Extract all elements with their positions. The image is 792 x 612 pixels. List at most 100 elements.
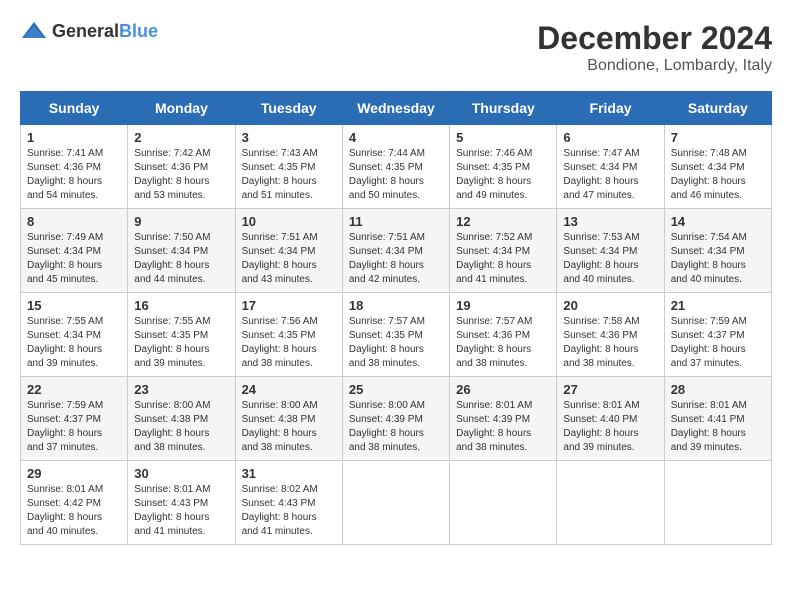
day-info: Sunrise: 8:00 AMSunset: 4:38 PMDaylight:…	[134, 400, 210, 453]
day-number: 16	[134, 298, 228, 313]
day-number: 24	[242, 382, 336, 397]
day-number: 3	[242, 130, 336, 145]
day-info: Sunrise: 7:50 AMSunset: 4:34 PMDaylight:…	[134, 232, 210, 285]
calendar-cell	[342, 461, 449, 545]
day-info: Sunrise: 8:01 AMSunset: 4:42 PMDaylight:…	[27, 484, 103, 537]
calendar-cell: 31 Sunrise: 8:02 AMSunset: 4:43 PMDaylig…	[235, 461, 342, 545]
day-info: Sunrise: 7:55 AMSunset: 4:35 PMDaylight:…	[134, 316, 210, 369]
day-info: Sunrise: 7:59 AMSunset: 4:37 PMDaylight:…	[27, 400, 103, 453]
day-number: 13	[563, 214, 657, 229]
day-info: Sunrise: 7:46 AMSunset: 4:35 PMDaylight:…	[456, 148, 532, 201]
day-info: Sunrise: 7:58 AMSunset: 4:36 PMDaylight:…	[563, 316, 639, 369]
day-number: 1	[27, 130, 121, 145]
day-number: 6	[563, 130, 657, 145]
day-info: Sunrise: 7:43 AMSunset: 4:35 PMDaylight:…	[242, 148, 318, 201]
calendar-cell: 14 Sunrise: 7:54 AMSunset: 4:34 PMDaylig…	[664, 209, 771, 293]
calendar-cell: 20 Sunrise: 7:58 AMSunset: 4:36 PMDaylig…	[557, 293, 664, 377]
logo-icon	[20, 20, 48, 42]
day-info: Sunrise: 8:01 AMSunset: 4:43 PMDaylight:…	[134, 484, 210, 537]
logo-blue: Blue	[119, 21, 158, 41]
calendar-cell: 30 Sunrise: 8:01 AMSunset: 4:43 PMDaylig…	[128, 461, 235, 545]
day-info: Sunrise: 7:47 AMSunset: 4:34 PMDaylight:…	[563, 148, 639, 201]
day-info: Sunrise: 7:49 AMSunset: 4:34 PMDaylight:…	[27, 232, 103, 285]
calendar-cell: 18 Sunrise: 7:57 AMSunset: 4:35 PMDaylig…	[342, 293, 449, 377]
calendar-cell	[664, 461, 771, 545]
weekday-header-tuesday: Tuesday	[235, 92, 342, 125]
day-info: Sunrise: 8:00 AMSunset: 4:38 PMDaylight:…	[242, 400, 318, 453]
day-number: 18	[349, 298, 443, 313]
calendar-cell: 27 Sunrise: 8:01 AMSunset: 4:40 PMDaylig…	[557, 377, 664, 461]
day-number: 21	[671, 298, 765, 313]
weekday-header-sunday: Sunday	[21, 92, 128, 125]
calendar-cell: 11 Sunrise: 7:51 AMSunset: 4:34 PMDaylig…	[342, 209, 449, 293]
day-number: 2	[134, 130, 228, 145]
calendar-cell: 23 Sunrise: 8:00 AMSunset: 4:38 PMDaylig…	[128, 377, 235, 461]
day-info: Sunrise: 7:42 AMSunset: 4:36 PMDaylight:…	[134, 148, 210, 201]
location-title: Bondione, Lombardy, Italy	[537, 57, 772, 75]
day-info: Sunrise: 7:41 AMSunset: 4:36 PMDaylight:…	[27, 148, 103, 201]
calendar-cell: 3 Sunrise: 7:43 AMSunset: 4:35 PMDayligh…	[235, 125, 342, 209]
weekday-header-thursday: Thursday	[450, 92, 557, 125]
calendar-cell: 19 Sunrise: 7:57 AMSunset: 4:36 PMDaylig…	[450, 293, 557, 377]
day-info: Sunrise: 7:48 AMSunset: 4:34 PMDaylight:…	[671, 148, 747, 201]
calendar-cell: 1 Sunrise: 7:41 AMSunset: 4:36 PMDayligh…	[21, 125, 128, 209]
day-number: 7	[671, 130, 765, 145]
day-number: 15	[27, 298, 121, 313]
day-info: Sunrise: 7:57 AMSunset: 4:35 PMDaylight:…	[349, 316, 425, 369]
calendar-cell: 21 Sunrise: 7:59 AMSunset: 4:37 PMDaylig…	[664, 293, 771, 377]
month-title: December 2024	[537, 20, 772, 57]
day-number: 9	[134, 214, 228, 229]
calendar-week-row: 29 Sunrise: 8:01 AMSunset: 4:42 PMDaylig…	[21, 461, 772, 545]
calendar-cell: 22 Sunrise: 7:59 AMSunset: 4:37 PMDaylig…	[21, 377, 128, 461]
title-area: December 2024 Bondione, Lombardy, Italy	[537, 20, 772, 75]
calendar-cell: 15 Sunrise: 7:55 AMSunset: 4:34 PMDaylig…	[21, 293, 128, 377]
day-number: 28	[671, 382, 765, 397]
calendar-cell: 5 Sunrise: 7:46 AMSunset: 4:35 PMDayligh…	[450, 125, 557, 209]
calendar-cell: 7 Sunrise: 7:48 AMSunset: 4:34 PMDayligh…	[664, 125, 771, 209]
calendar-cell: 10 Sunrise: 7:51 AMSunset: 4:34 PMDaylig…	[235, 209, 342, 293]
day-number: 19	[456, 298, 550, 313]
day-info: Sunrise: 7:51 AMSunset: 4:34 PMDaylight:…	[349, 232, 425, 285]
day-number: 30	[134, 466, 228, 481]
calendar-table: SundayMondayTuesdayWednesdayThursdayFrid…	[20, 91, 772, 545]
day-info: Sunrise: 7:51 AMSunset: 4:34 PMDaylight:…	[242, 232, 318, 285]
day-info: Sunrise: 7:59 AMSunset: 4:37 PMDaylight:…	[671, 316, 747, 369]
day-info: Sunrise: 8:02 AMSunset: 4:43 PMDaylight:…	[242, 484, 318, 537]
day-info: Sunrise: 7:52 AMSunset: 4:34 PMDaylight:…	[456, 232, 532, 285]
calendar-cell: 9 Sunrise: 7:50 AMSunset: 4:34 PMDayligh…	[128, 209, 235, 293]
day-number: 25	[349, 382, 443, 397]
calendar-cell: 26 Sunrise: 8:01 AMSunset: 4:39 PMDaylig…	[450, 377, 557, 461]
calendar-cell: 6 Sunrise: 7:47 AMSunset: 4:34 PMDayligh…	[557, 125, 664, 209]
logo: GeneralBlue	[20, 20, 158, 42]
logo-general: General	[52, 21, 119, 41]
day-number: 27	[563, 382, 657, 397]
weekday-header-saturday: Saturday	[664, 92, 771, 125]
day-info: Sunrise: 7:56 AMSunset: 4:35 PMDaylight:…	[242, 316, 318, 369]
day-number: 26	[456, 382, 550, 397]
day-info: Sunrise: 8:00 AMSunset: 4:39 PMDaylight:…	[349, 400, 425, 453]
calendar-week-row: 15 Sunrise: 7:55 AMSunset: 4:34 PMDaylig…	[21, 293, 772, 377]
day-info: Sunrise: 7:55 AMSunset: 4:34 PMDaylight:…	[27, 316, 103, 369]
page-header: GeneralBlue December 2024 Bondione, Lomb…	[20, 20, 772, 75]
calendar-cell: 24 Sunrise: 8:00 AMSunset: 4:38 PMDaylig…	[235, 377, 342, 461]
calendar-cell: 8 Sunrise: 7:49 AMSunset: 4:34 PMDayligh…	[21, 209, 128, 293]
day-number: 22	[27, 382, 121, 397]
day-number: 17	[242, 298, 336, 313]
calendar-cell: 28 Sunrise: 8:01 AMSunset: 4:41 PMDaylig…	[664, 377, 771, 461]
calendar-week-row: 22 Sunrise: 7:59 AMSunset: 4:37 PMDaylig…	[21, 377, 772, 461]
day-number: 5	[456, 130, 550, 145]
day-number: 29	[27, 466, 121, 481]
calendar-cell: 17 Sunrise: 7:56 AMSunset: 4:35 PMDaylig…	[235, 293, 342, 377]
calendar-week-row: 8 Sunrise: 7:49 AMSunset: 4:34 PMDayligh…	[21, 209, 772, 293]
day-info: Sunrise: 7:57 AMSunset: 4:36 PMDaylight:…	[456, 316, 532, 369]
day-number: 14	[671, 214, 765, 229]
day-number: 31	[242, 466, 336, 481]
day-number: 11	[349, 214, 443, 229]
day-number: 20	[563, 298, 657, 313]
day-number: 23	[134, 382, 228, 397]
calendar-cell: 13 Sunrise: 7:53 AMSunset: 4:34 PMDaylig…	[557, 209, 664, 293]
day-number: 12	[456, 214, 550, 229]
weekday-header-friday: Friday	[557, 92, 664, 125]
day-info: Sunrise: 8:01 AMSunset: 4:40 PMDaylight:…	[563, 400, 639, 453]
calendar-cell: 25 Sunrise: 8:00 AMSunset: 4:39 PMDaylig…	[342, 377, 449, 461]
